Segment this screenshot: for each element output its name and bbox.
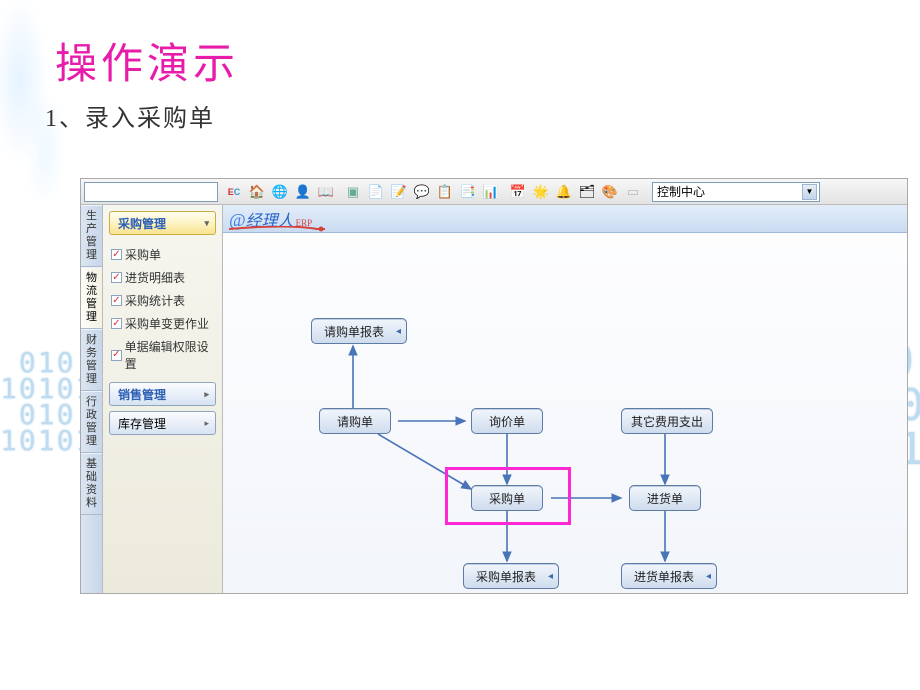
vertical-module-tabs: 生产管理 物流管理 财务管理 行政管理 基础资料 (81, 205, 103, 593)
tree-item-po-change[interactable]: ✓采购单变更作业 (111, 312, 216, 335)
note-b-icon[interactable]: 📑 (457, 181, 479, 203)
checkbox-icon: ✓ (111, 318, 122, 329)
chevron-right-icon: ▸ (204, 418, 209, 429)
note-a-icon[interactable]: 📋 (434, 181, 456, 203)
main-toolbar: EC 🏠 🌐 👤 📖 ▣ 📄 📝 💬 📋 📑 📊 📅 🌟 🔔 🗂 🎨 ▭ 控制中… (81, 179, 907, 205)
vmod-production[interactable]: 生产管理 (81, 205, 102, 267)
accordion-purchase-label: 采购管理 (118, 215, 166, 232)
calendar-icon[interactable]: 📅 (507, 181, 529, 203)
user-icon[interactable]: 👤 (292, 181, 314, 203)
accordion-stock[interactable]: 库存管理 ▸ (109, 411, 216, 435)
app-body: 生产管理 物流管理 财务管理 行政管理 基础资料 采购管理 ▾ ✓采购单 ✓进货… (81, 205, 907, 593)
chart-icon[interactable]: 📊 (480, 181, 502, 203)
nav-sidebar: 采购管理 ▾ ✓采购单 ✓进货明细表 ✓采购统计表 ✓采购单变更作业 ✓单据编辑… (103, 205, 223, 593)
checkbox-icon: ✓ (111, 249, 122, 260)
tree-item-receipt-detail[interactable]: ✓进货明细表 (111, 266, 216, 289)
erp-app-window: EC 🏠 🌐 👤 📖 ▣ 📄 📝 💬 📋 📑 📊 📅 🌟 🔔 🗂 🎨 ▭ 控制中… (80, 178, 908, 594)
node-quote[interactable]: 询价单 (471, 408, 543, 434)
home-icon[interactable]: 🏠 (246, 181, 268, 203)
vmod-logistics[interactable]: 物流管理 (81, 267, 102, 329)
doc-arrow-icon[interactable]: 📝 (388, 181, 410, 203)
accordion-sales-label: 销售管理 (118, 386, 166, 403)
vmod-finance[interactable]: 财务管理 (81, 329, 102, 391)
workflow-canvas: @经理人ERP (223, 205, 907, 593)
node-other-cost[interactable]: 其它费用支出 (621, 408, 713, 434)
slide-title: 操作演示 (55, 30, 239, 91)
slide-subtitle: 1、录入采购单 (45, 98, 215, 133)
tree-item-po[interactable]: ✓采购单 (111, 243, 216, 266)
vmod-admin[interactable]: 行政管理 (81, 391, 102, 453)
accordion-sales[interactable]: 销售管理 ▸ (109, 382, 216, 406)
module-dropdown[interactable]: 控制中心 ▼ (652, 182, 820, 202)
accordion-purchase[interactable]: 采购管理 ▾ (109, 211, 216, 235)
node-purchase-order[interactable]: 采购单 (471, 485, 543, 511)
chevron-down-icon: ▾ (204, 218, 209, 229)
language-switch-icon[interactable]: EC (223, 181, 245, 203)
logo-underline-icon (229, 226, 325, 231)
star-icon[interactable]: 🌟 (530, 181, 552, 203)
chat-icon[interactable]: 💬 (411, 181, 433, 203)
node-receipt[interactable]: 进货单 (629, 485, 701, 511)
vmod-basics[interactable]: 基础资料 (81, 453, 102, 515)
node-requisition[interactable]: 请购单 (319, 408, 391, 434)
card-icon[interactable]: 🗂 (576, 181, 598, 203)
checkbox-icon: ✓ (111, 272, 122, 283)
globe-icon[interactable]: 🌐 (269, 181, 291, 203)
tree-item-po-stats[interactable]: ✓采购统计表 (111, 289, 216, 312)
address-field[interactable] (84, 182, 218, 202)
sheet-icon[interactable]: 📄 (365, 181, 387, 203)
node-receipt-report[interactable]: 进货单报表 (621, 563, 717, 589)
blank-panel-icon[interactable]: ▭ (622, 181, 644, 203)
chevron-right-icon: ▸ (204, 389, 209, 400)
checkbox-icon: ✓ (111, 350, 122, 361)
window-icon[interactable]: ▣ (342, 181, 364, 203)
palette-icon[interactable]: 🎨 (599, 181, 621, 203)
node-po-report[interactable]: 采购单报表 (463, 563, 559, 589)
tree-item-doc-perms[interactable]: ✓单据编辑权限设置 (111, 335, 216, 375)
checkbox-icon: ✓ (111, 295, 122, 306)
chevron-down-icon: ▼ (802, 184, 817, 200)
module-dropdown-label: 控制中心 (657, 183, 705, 200)
node-requisition-report[interactable]: 请购单报表 (311, 318, 407, 344)
bell-icon[interactable]: 🔔 (553, 181, 575, 203)
accordion-stock-label: 库存管理 (118, 415, 166, 432)
book-icon[interactable]: 📖 (315, 181, 337, 203)
canvas-header: @经理人ERP (223, 205, 907, 233)
purchase-tree: ✓采购单 ✓进货明细表 ✓采购统计表 ✓采购单变更作业 ✓单据编辑权限设置 (109, 240, 216, 377)
